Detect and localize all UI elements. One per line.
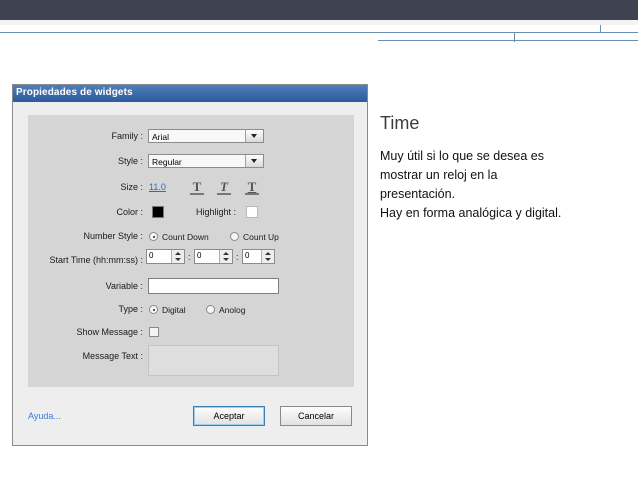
family-value: Arial <box>152 132 170 142</box>
accept-button[interactable]: Aceptar <box>193 406 265 426</box>
analog-radio[interactable] <box>206 305 215 314</box>
slide-body-line: Muy útil si lo que se desea es <box>380 149 544 163</box>
color-label: Color : <box>116 207 143 217</box>
seconds-spin-buttons[interactable] <box>261 250 274 263</box>
color-swatch[interactable] <box>152 206 164 218</box>
style-label: Style : <box>117 156 143 166</box>
spin-down-icon <box>223 258 229 261</box>
slide-title: Time <box>380 113 420 133</box>
count-up-radio[interactable] <box>230 232 239 241</box>
analog-label: Anolog <box>219 305 246 315</box>
slide-header-band <box>0 0 638 20</box>
header-rule <box>0 32 638 33</box>
italic-icon[interactable]: T <box>216 179 232 195</box>
dropdown-arrow-icon <box>245 130 263 142</box>
highlight-swatch[interactable] <box>246 206 258 218</box>
underline-icon[interactable]: T <box>244 179 260 195</box>
dialog-title: Propiedades de widgets <box>16 87 133 98</box>
hours-spin-buttons[interactable] <box>171 250 184 263</box>
minutes-value: 0 <box>197 251 202 260</box>
family-label: Family : <box>111 131 144 141</box>
size-value-link[interactable]: 11.0 <box>149 182 166 192</box>
time-separator: : <box>236 252 239 262</box>
start-time-seconds[interactable]: 0 <box>242 249 275 264</box>
slide-body-line: mostrar un reloj en la <box>380 168 498 182</box>
variable-input[interactable] <box>148 278 279 294</box>
bold-icon[interactable]: T <box>189 179 205 195</box>
count-up-label: Count Up <box>243 232 279 242</box>
start-time-label: Start Time (hh:mm:ss) : <box>49 255 143 265</box>
highlight-label: Highlight : <box>195 207 236 217</box>
header-tick-1 <box>514 32 515 42</box>
message-text-area[interactable] <box>148 345 279 376</box>
seconds-value: 0 <box>245 251 250 260</box>
count-down-label: Count Down <box>162 232 209 242</box>
start-time-hours[interactable]: 0 <box>146 249 185 264</box>
start-time-minutes[interactable]: 0 <box>194 249 233 264</box>
spin-up-icon <box>223 252 229 255</box>
minutes-spin-buttons[interactable] <box>219 250 232 263</box>
spin-up-icon <box>175 252 181 255</box>
count-down-radio[interactable] <box>149 232 158 241</box>
size-label: Size : <box>120 182 143 192</box>
slide-body-line: Hay en forma analógica y digital. <box>380 206 562 220</box>
message-text-label: Message Text : <box>82 351 143 361</box>
style-value: Regular <box>152 157 182 167</box>
spin-down-icon <box>265 258 271 261</box>
variable-label: Variable : <box>105 281 143 291</box>
dropdown-arrow-icon <box>245 155 263 167</box>
widget-properties-dialog: Propiedades de widgets Family : Arial St… <box>12 84 368 446</box>
properties-panel: Family : Arial Style : Regular Size : 11… <box>28 115 354 387</box>
header-tick-2 <box>600 25 601 33</box>
header-rule-short <box>378 40 638 41</box>
spin-down-icon <box>175 258 181 261</box>
hours-value: 0 <box>149 251 154 260</box>
number-style-label: Number Style : <box>83 231 143 241</box>
family-dropdown[interactable]: Arial <box>148 129 264 143</box>
show-message-label: Show Message : <box>76 327 143 337</box>
slide-header-strip <box>0 20 638 25</box>
help-link[interactable]: Ayuda... <box>28 411 61 421</box>
type-label: Type : <box>118 304 143 314</box>
time-separator: : <box>188 252 191 262</box>
dialog-titlebar[interactable]: Propiedades de widgets <box>13 85 367 102</box>
spin-up-icon <box>265 252 271 255</box>
cancel-button[interactable]: Cancelar <box>280 406 352 426</box>
slide-body-line: presentación. <box>380 187 456 201</box>
style-dropdown[interactable]: Regular <box>148 154 264 168</box>
digital-radio[interactable] <box>149 305 158 314</box>
digital-label: Digital <box>162 305 186 315</box>
show-message-checkbox[interactable] <box>149 327 159 337</box>
slide-body: Muy útil si lo que se desea es mostrar u… <box>380 147 630 223</box>
